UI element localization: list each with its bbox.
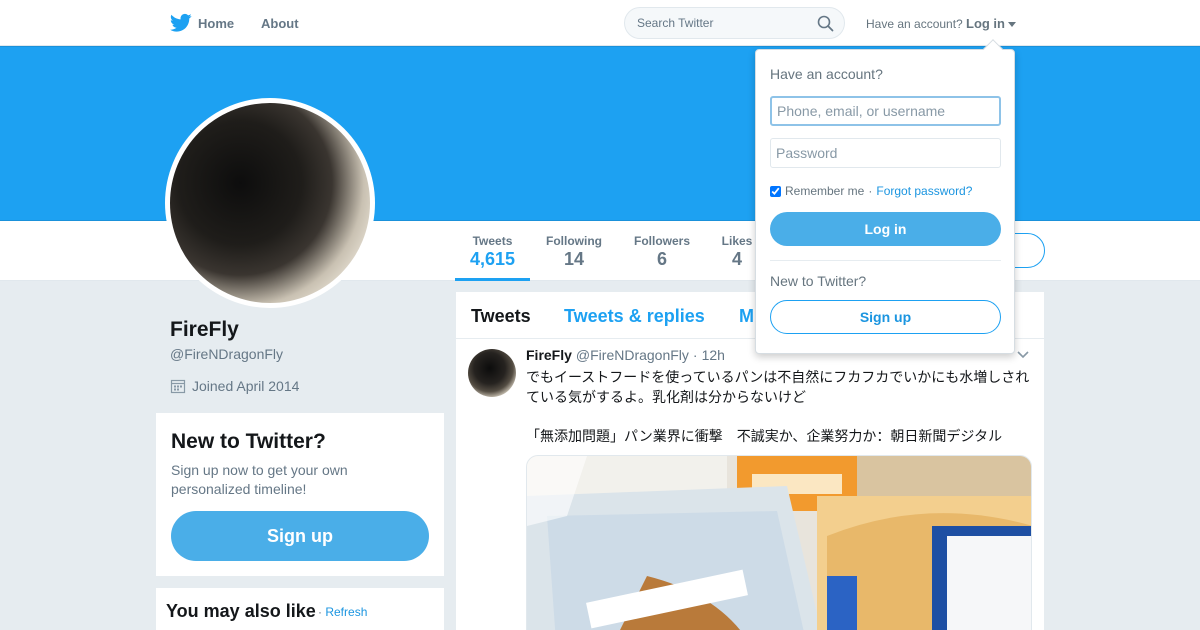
stat-label: Followers	[633, 234, 690, 248]
tweet-author-handle[interactable]: @FireNDragonFly	[576, 347, 689, 363]
stat-label: Following	[546, 234, 602, 248]
remember-row: Remember me · Forgot password?	[770, 184, 972, 198]
top-nav: Home About Have an account? Log in	[0, 0, 1200, 46]
you-may-also-like-card: You may also like · Refresh	[156, 588, 444, 630]
login-button[interactable]: Log in	[770, 212, 1001, 246]
new-to-twitter-text: New to Twitter?	[770, 273, 867, 289]
stat-value: 4	[731, 249, 742, 269]
stat-value: 4,615	[469, 249, 516, 269]
refresh-label: Refresh	[325, 605, 368, 619]
joined-text: Joined April 2014	[192, 378, 300, 394]
nav-home-label: Home	[198, 15, 235, 31]
profile-handle[interactable]: @FireNDragonFly	[170, 346, 283, 362]
search-box	[624, 7, 845, 39]
tweet-header: FireFly @FireNDragonFly · 12h	[526, 347, 725, 363]
tab-tweets-replies[interactable]: Tweets & replies	[564, 306, 705, 327]
also-like-separator: ·	[318, 605, 322, 619]
dropdown-title: Have an account?	[770, 66, 883, 82]
profile-joined: Joined April 2014	[170, 378, 299, 394]
tweet-media-image[interactable]	[526, 455, 1032, 630]
refresh-link[interactable]: · Refresh	[318, 605, 367, 619]
login-toggle-label: Log in	[966, 16, 1005, 31]
avatar-image	[170, 103, 370, 303]
dropdown-signup-button[interactable]: Sign up	[770, 300, 1001, 334]
stat-value: 14	[563, 249, 585, 269]
nav-about-link[interactable]: About	[261, 16, 299, 31]
signup-card-text: Sign up now to get your own personalized…	[171, 462, 348, 497]
stat-value: 6	[656, 249, 667, 269]
nav-home-link[interactable]: Home	[170, 13, 234, 33]
stat-likes[interactable]: Likes 4	[716, 221, 758, 281]
profile-avatar[interactable]	[165, 98, 375, 308]
signup-card-title: New to Twitter?	[171, 430, 326, 453]
password-input[interactable]	[770, 138, 1001, 168]
stat-followers[interactable]: Followers 6	[628, 221, 696, 281]
chevron-down-icon[interactable]	[1016, 350, 1030, 360]
stat-label: Likes	[721, 234, 753, 248]
login-dropdown: Have an account? Remember me · Forgot pa…	[755, 39, 1015, 354]
tweet-text: でもイーストフードを使っているパンは不自然にフカフカでいかにも水増しされている気…	[526, 369, 1030, 405]
tab-media[interactable]: M	[739, 306, 754, 327]
search-input[interactable]	[637, 16, 807, 30]
tweet-dot: ·	[692, 347, 698, 363]
signup-button[interactable]: Sign up	[171, 511, 429, 561]
dropdown-divider	[770, 260, 1001, 261]
remember-label[interactable]: Remember me	[785, 184, 864, 198]
login-dropdown-toggle[interactable]: Log in	[966, 16, 1016, 31]
tab-tweets[interactable]: Tweets	[471, 306, 531, 327]
profile-name[interactable]: FireFly	[170, 318, 239, 342]
caret-down-icon	[1008, 21, 1016, 27]
forgot-password-link[interactable]: Forgot password?	[876, 184, 972, 198]
tweet-time[interactable]: 12h	[702, 347, 725, 363]
bread-photo	[527, 456, 1031, 630]
stat-label: Tweets	[472, 234, 513, 248]
remember-checkbox[interactable]	[770, 185, 781, 197]
signup-card: New to Twitter? Sign up now to get your …	[156, 413, 444, 576]
twitter-bird-icon	[170, 13, 192, 32]
username-input[interactable]	[770, 96, 1001, 126]
calendar-icon	[170, 379, 186, 394]
have-account-text: Have an account?	[866, 17, 963, 31]
search-icon[interactable]	[817, 15, 834, 32]
tweet-author-name[interactable]: FireFly	[526, 347, 572, 363]
stat-following[interactable]: Following 14	[540, 221, 608, 281]
stat-tweets[interactable]: Tweets 4,615	[455, 221, 530, 281]
also-like-title: You may also like	[166, 601, 316, 621]
tweet-avatar[interactable]	[468, 349, 516, 397]
tweet-link-text[interactable]: 「無添加問題」パン業界に衝撃 不誠実か、企業努力か：朝日新聞デジタル	[526, 426, 1002, 446]
remember-separator: ·	[868, 184, 873, 198]
